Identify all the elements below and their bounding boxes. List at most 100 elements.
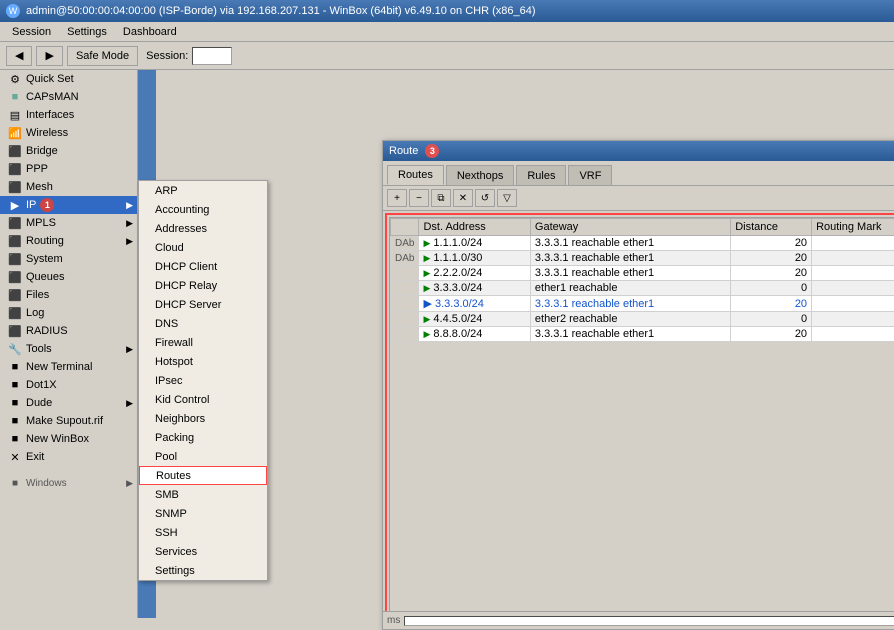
reset-button[interactable]: ↺: [475, 189, 495, 207]
sidebar-item-ppp[interactable]: ⬛ PPP: [0, 160, 137, 178]
table-row[interactable]: ▶ 3.3.3.0/24 3.3.3.1 reachable ether1 20: [391, 296, 894, 312]
sidebar-item-system[interactable]: ⬛ System: [0, 250, 137, 268]
sidebar-item-dude[interactable]: ■ Dude ▶: [0, 394, 137, 412]
row-routing-mark: [812, 236, 894, 251]
radius-icon: ⬛: [8, 324, 22, 338]
files-icon: ⬛: [8, 288, 22, 302]
statusbar-scrollbar[interactable]: [404, 616, 894, 626]
tab-vrf[interactable]: VRF: [568, 165, 612, 185]
sidebar-item-mesh[interactable]: ⬛ Mesh: [0, 178, 137, 196]
queues-icon: ⬛: [8, 270, 22, 284]
menu-item-dhcp-server[interactable]: DHCP Server: [139, 295, 267, 314]
table-row[interactable]: ▶ 3.3.3.0/24 ether1 reachable 0 3.3.3.2: [391, 281, 894, 296]
sidebar-item-bridge[interactable]: ⬛ Bridge: [0, 142, 137, 160]
col-routing-mark-header[interactable]: Routing Mark: [812, 219, 894, 236]
menu-item-smb[interactable]: SMB: [139, 485, 267, 504]
sidebar-item-windows[interactable]: ■ Windows ▶: [0, 474, 137, 492]
sidebar-item-files[interactable]: ⬛ Files: [0, 286, 137, 304]
sidebar-item-wireless[interactable]: 📶 Wireless: [0, 124, 137, 142]
menu-session[interactable]: Session: [4, 25, 59, 39]
disable-button[interactable]: ✕: [453, 189, 473, 207]
sidebar-item-new-winbox[interactable]: ■ New WinBox: [0, 430, 137, 448]
ip-badge: 1: [40, 198, 54, 212]
sidebar-label-quick-set: Quick Set: [26, 73, 74, 85]
menu-item-addresses[interactable]: Addresses: [139, 219, 267, 238]
menu-item-routes[interactable]: Routes: [139, 466, 267, 485]
tab-rules[interactable]: Rules: [516, 165, 566, 185]
table-row[interactable]: DAb ▶ 1.1.1.0/24 3.3.3.1 reachable ether…: [391, 236, 894, 251]
sidebar-item-radius[interactable]: ⬛ RADIUS: [0, 322, 137, 340]
sidebar-item-new-terminal[interactable]: ■ New Terminal: [0, 358, 137, 376]
sidebar-item-mpls[interactable]: ⬛ MPLS ▶: [0, 214, 137, 232]
sidebar-item-ip[interactable]: ▶ IP 1 ▶: [0, 196, 137, 214]
filter-button[interactable]: ▽: [497, 189, 517, 207]
menu-item-accounting[interactable]: Accounting: [139, 200, 267, 219]
menu-item-neighbors[interactable]: Neighbors: [139, 409, 267, 428]
table-row[interactable]: DAb ▶ 1.1.1.0/30 3.3.3.1 reachable ether…: [391, 251, 894, 266]
sidebar-item-capsman[interactable]: ■ CAPsMAN: [0, 88, 137, 106]
sidebar-label-interfaces: Interfaces: [26, 109, 74, 121]
log-icon: ⬛: [8, 306, 22, 320]
window-statusbar: ms ▶: [383, 611, 894, 629]
sidebar-item-routing[interactable]: ⬛ Routing ▶: [0, 232, 137, 250]
safe-mode-button[interactable]: Safe Mode: [67, 46, 138, 66]
tab-routes[interactable]: Routes: [387, 165, 444, 185]
menu-item-firewall[interactable]: Firewall: [139, 333, 267, 352]
dot1x-icon: ■: [8, 378, 22, 392]
row-dab: [391, 296, 419, 312]
sidebar-item-log[interactable]: ⬛ Log: [0, 304, 137, 322]
tab-bar: Routes Nexthops Rules VRF: [383, 161, 894, 186]
menu-dashboard[interactable]: Dashboard: [115, 25, 185, 39]
menu-item-ipsec[interactable]: IPsec: [139, 371, 267, 390]
menu-item-packing[interactable]: Packing: [139, 428, 267, 447]
sidebar-label-routing: Routing: [26, 235, 64, 247]
route-title-text: Route: [389, 145, 418, 157]
exit-icon: ✕: [8, 450, 22, 464]
routing-icon: ⬛: [8, 234, 22, 248]
menu-item-arp[interactable]: ARP: [139, 181, 267, 200]
dude-icon: ■: [8, 396, 22, 410]
table-row[interactable]: ▶ 4.4.5.0/24 ether2 reachable 0 4.4.5.25…: [391, 312, 894, 327]
col-dst-header[interactable]: Dst. Address: [419, 219, 530, 236]
tab-nexthops[interactable]: Nexthops: [446, 165, 514, 185]
ppp-icon: ⬛: [8, 162, 22, 176]
row-dst: ▶ 8.8.8.0/24: [419, 327, 530, 342]
sidebar-item-queues[interactable]: ⬛ Queues: [0, 268, 137, 286]
table-row[interactable]: ▶ 8.8.8.0/24 3.3.3.1 reachable ether1 20: [391, 327, 894, 342]
sidebar-item-interfaces[interactable]: ▤ Interfaces: [0, 106, 137, 124]
col-gateway-header[interactable]: Gateway: [530, 219, 730, 236]
add-button[interactable]: +: [387, 189, 407, 207]
row-gateway: 3.3.3.1 reachable ether1: [530, 296, 730, 312]
sidebar-item-exit[interactable]: ✕ Exit: [0, 448, 137, 466]
sidebar-item-dot1x[interactable]: ■ Dot1X: [0, 376, 137, 394]
menu-item-settings-ip[interactable]: Settings: [139, 561, 267, 580]
sidebar-item-tools[interactable]: 🔧 Tools ▶: [0, 340, 137, 358]
sidebar-item-quick-set[interactable]: ⚙ Quick Set: [0, 70, 137, 88]
main-toolbar: ◀ ▶ Safe Mode Session:: [0, 42, 894, 70]
main-layout: ⚙ Quick Set ■ CAPsMAN ▤ Interfaces 📶 Wir…: [0, 70, 894, 618]
route-table-container[interactable]: Dst. Address Gateway Distance Routing Ma…: [389, 217, 894, 615]
sidebar-item-make-supout[interactable]: ■ Make Supout.rif: [0, 412, 137, 430]
col-distance-header[interactable]: Distance: [731, 219, 812, 236]
forward-button[interactable]: ▶: [36, 46, 62, 66]
menu-item-kid-control[interactable]: Kid Control: [139, 390, 267, 409]
remove-button[interactable]: −: [409, 189, 429, 207]
menu-item-pool[interactable]: Pool: [139, 447, 267, 466]
row-gateway: 3.3.3.1 reachable ether1: [530, 251, 730, 266]
menu-item-snmp[interactable]: SNMP: [139, 504, 267, 523]
menu-item-cloud[interactable]: Cloud: [139, 238, 267, 257]
back-button[interactable]: ◀: [6, 46, 32, 66]
copy-button[interactable]: ⧉: [431, 189, 451, 207]
session-input[interactable]: [192, 47, 232, 65]
menu-item-dhcp-relay[interactable]: DHCP Relay: [139, 276, 267, 295]
row-gateway: 3.3.3.1 reachable ether1: [530, 236, 730, 251]
menu-item-ssh[interactable]: SSH: [139, 523, 267, 542]
menu-item-hotspot[interactable]: Hotspot: [139, 352, 267, 371]
menu-settings[interactable]: Settings: [59, 25, 115, 39]
routing-arrow: ▶: [126, 236, 133, 247]
menu-item-dhcp-client[interactable]: DHCP Client: [139, 257, 267, 276]
menu-item-dns[interactable]: DNS: [139, 314, 267, 333]
menu-item-services[interactable]: Services: [139, 542, 267, 561]
route-window-title: Route 3: [389, 144, 894, 158]
table-row[interactable]: ▶ 2.2.2.0/24 3.3.3.1 reachable ether1 20: [391, 266, 894, 281]
